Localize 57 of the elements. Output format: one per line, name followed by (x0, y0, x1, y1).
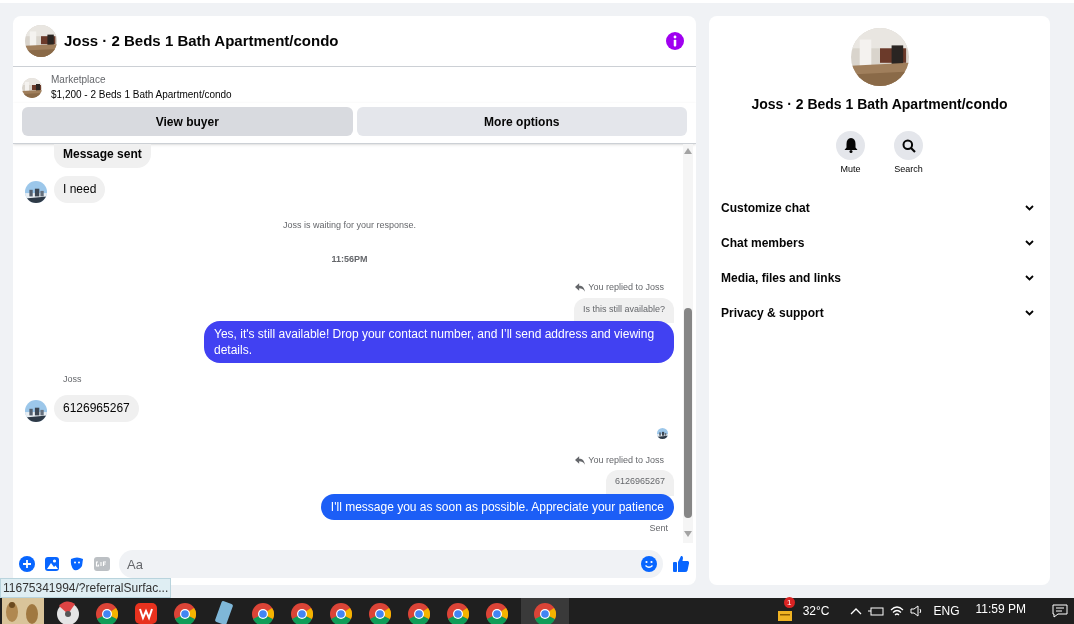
plus-icon[interactable] (19, 556, 35, 572)
notification-badge: 1 (783, 597, 795, 608)
listing-summary: $1,200 - 2 Beds 1 Bath Apartment/condo (51, 88, 232, 102)
message-bubble: Yes, it's still available! Drop your contact number, and I’ll send address and viewing details. (204, 321, 674, 363)
timestamp: 11:56PM (331, 252, 368, 266)
meerkat-icon[interactable] (2, 598, 44, 624)
sticker-icon[interactable] (69, 556, 85, 572)
message-bubble: Message sent (54, 144, 151, 168)
message-bubble: I need (54, 176, 106, 203)
message-bubble: 6126965267 (54, 394, 139, 422)
speaker-icon[interactable] (909, 605, 924, 617)
action-button[interactable]: More options (356, 107, 687, 136)
language-indicator[interactable]: ENG (933, 602, 960, 620)
chevron-icon (1025, 205, 1034, 211)
info-icon[interactable] (666, 32, 684, 50)
emoji-icon[interactable] (641, 556, 657, 572)
action-button[interactable]: View buyer (22, 107, 353, 136)
section-row[interactable]: Privacy & support (721, 295, 1038, 331)
chat-title: Joss · 2 Beds 1 Bath Apartment/condo (64, 30, 340, 51)
message-field[interactable]: Aa (119, 550, 663, 578)
reply-icon (575, 283, 586, 293)
battery-icon[interactable] (867, 605, 884, 617)
bell-icon (843, 138, 858, 153)
section-row[interactable]: Customize chat (721, 190, 1038, 226)
reply-icon (575, 455, 586, 465)
sent-status: Sent (649, 521, 668, 535)
message-bubble: I'll message you as soon as possible. Appreciate your patience (320, 493, 674, 520)
button-label: Mute (840, 163, 861, 176)
quoted-message: Is this still available? (573, 297, 674, 323)
section-label: Customize chat (721, 200, 810, 217)
chevron-up-icon[interactable] (849, 607, 862, 615)
notifications-icon[interactable] (1052, 604, 1068, 618)
quoted-message: 6126965267 (605, 470, 674, 496)
chevron-icon (1025, 240, 1034, 246)
section-row[interactable]: Media, files and links (721, 260, 1038, 296)
clock[interactable]: 11:59 PM (975, 600, 1026, 618)
section-label: Privacy & support (721, 305, 824, 322)
chat-title: Joss · 2 Beds 1 Bath Apartment/condo (751, 95, 1008, 114)
chevron-icon (1025, 275, 1034, 281)
wifi-icon[interactable] (889, 605, 904, 617)
reply-label: You replied to Joss (588, 453, 664, 467)
listing-source: Marketplace (51, 73, 107, 87)
section-label: Media, files and links (721, 270, 842, 287)
temperature: 32°C (802, 603, 830, 620)
button-label: Search (894, 163, 923, 176)
sender-name: Joss (63, 373, 83, 386)
chevron-icon (1025, 310, 1034, 316)
thumbs-up-icon[interactable] (672, 555, 690, 573)
section-label: Chat members (721, 235, 805, 252)
mute-button[interactable] (836, 131, 865, 160)
waiting-notice: Joss is waiting for your response. (282, 219, 417, 232)
section-row[interactable]: Chat members (721, 225, 1038, 261)
link-preview: 11675341994/?referralSurfac... (0, 578, 172, 598)
image-icon[interactable] (44, 556, 60, 572)
reply-label: You replied to Joss (588, 281, 664, 294)
search-icon (901, 138, 916, 153)
search-button[interactable] (894, 131, 923, 160)
